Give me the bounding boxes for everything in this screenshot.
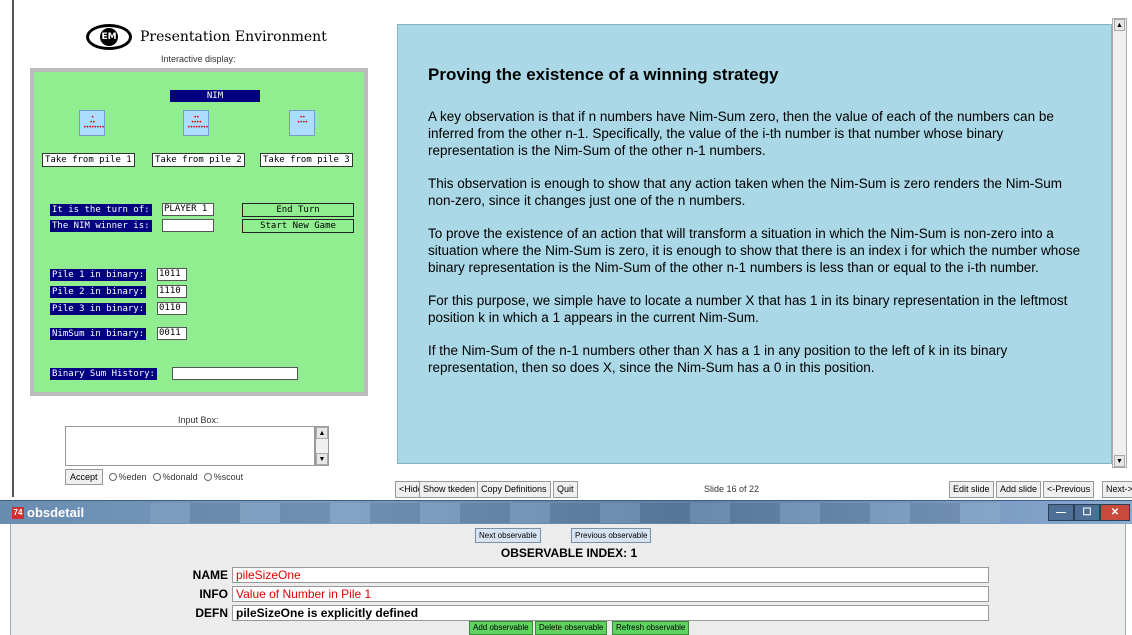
radio-scout-label: %scout [213, 472, 244, 482]
accept-row: Accept %eden %donald %scout [65, 469, 243, 485]
nim-board: NIM • •• •••••••• •• •••• •••••••• •• •••• Ta… [30, 68, 368, 396]
window-title: obsdetail [27, 505, 85, 520]
maximize-icon[interactable]: ☐ [1074, 504, 1100, 521]
show-tkeden-button[interactable]: Show tkeden [419, 481, 480, 498]
end-turn-button[interactable]: End Turn [242, 203, 354, 217]
binary-sum-history-field[interactable] [172, 367, 298, 380]
slide-paragraph: If the Nim-Sum of the n-1 numbers other … [428, 343, 1008, 375]
pile-2-binary-label: Pile 2 in binary: [50, 286, 147, 298]
pile-3-binary-label: Pile 3 in binary: [50, 303, 147, 315]
accept-button[interactable]: Accept [65, 469, 103, 485]
slide-title: Proving the existence of a winning strat… [428, 65, 779, 84]
radio-donald[interactable]: %donald [152, 472, 198, 482]
nimsum-binary-label: NimSum in binary: [50, 328, 147, 340]
take-from-pile-1-button[interactable]: Take from pile 1 [42, 153, 135, 167]
input-scrollbar[interactable]: ▲ ▼ [315, 426, 329, 466]
pile-3-display: •• •••• [289, 110, 315, 136]
observable-index: OBSERVABLE INDEX: 1 [500, 546, 638, 560]
radio-circle-icon[interactable] [108, 473, 117, 481]
name-label: NAME [192, 568, 228, 582]
pile-2-display: •• •••• •••••••• [183, 110, 209, 136]
app-icon: 74 [12, 507, 24, 519]
turn-field[interactable]: PLAYER 1 [162, 203, 214, 216]
close-icon[interactable]: ✕ [1100, 504, 1130, 521]
add-observable-button[interactable]: Add observable [469, 621, 533, 635]
previous-button[interactable]: <-Previous [1043, 481, 1095, 498]
scroll-down-icon[interactable]: ▼ [316, 453, 328, 465]
info-label: INFO [199, 587, 228, 601]
take-from-pile-2-button[interactable]: Take from pile 2 [152, 153, 245, 167]
obsdetail-body: Next observable Previous observable OBSE… [10, 524, 1126, 635]
delete-observable-button[interactable]: Delete observable [535, 621, 608, 635]
slide-text: A key observation is that if n numbers h… [428, 108, 1088, 392]
winner-label: The NIM winner is: [50, 220, 152, 232]
radio-eden[interactable]: %eden [108, 472, 147, 482]
radio-eden-label: %eden [118, 472, 147, 482]
slide-panel: Proving the existence of a winning strat… [397, 24, 1112, 464]
add-slide-button[interactable]: Add slide [996, 481, 1042, 498]
winner-field[interactable] [162, 219, 214, 232]
nimsum-binary-field[interactable]: 0011 [157, 327, 187, 340]
minimize-icon[interactable]: — [1048, 504, 1074, 521]
logo-text: EM [100, 28, 118, 46]
interactive-display-label: Interactive display: [161, 54, 236, 64]
binary-sum-history-label: Binary Sum History: [50, 368, 157, 380]
info-field[interactable]: Value of Number in Pile 1 [232, 586, 989, 602]
pile-3-binary-field[interactable]: 0110 [157, 302, 187, 315]
slide-paragraph: This observation is enough to show that … [428, 176, 1063, 208]
pile-1-dots: • •• •••••••• [83, 114, 105, 131]
edit-slide-button[interactable]: Edit slide [949, 481, 994, 498]
screen: EM Presentation Environment Interactive … [0, 0, 1132, 635]
window-edge [12, 0, 14, 497]
slide-toolbar: <Hide Show tkeden Copy Definitions Quit … [395, 481, 1132, 499]
env-header: EM Presentation Environment [86, 24, 327, 50]
slide-paragraph: For this purpose, we simple have to loca… [428, 293, 1068, 325]
slide-paragraph: To prove the existence of an action that… [428, 226, 1081, 275]
next-observable-button[interactable]: Next observable [475, 528, 541, 543]
pile-2-dots: •• •••• •••••••• [187, 114, 209, 131]
radio-circle-icon[interactable] [203, 473, 212, 481]
name-field[interactable]: pileSizeOne [232, 567, 989, 583]
previous-observable-button[interactable]: Previous observable [571, 528, 652, 543]
slide-paragraph: A key observation is that if n numbers h… [428, 109, 1054, 158]
radio-circle-icon[interactable] [152, 473, 161, 481]
input-box-label: Input Box: [178, 415, 219, 425]
scroll-up-icon[interactable]: ▲ [1114, 19, 1125, 31]
scroll-up-icon[interactable]: ▲ [316, 427, 328, 439]
pile-2-binary-field[interactable]: 1110 [157, 285, 187, 298]
copy-definitions-button[interactable]: Copy Definitions [477, 481, 551, 498]
titlebar-background [150, 503, 1000, 523]
env-title: Presentation Environment [140, 29, 327, 45]
take-from-pile-3-button[interactable]: Take from pile 3 [260, 153, 353, 167]
radio-scout[interactable]: %scout [203, 472, 244, 482]
pile-1-binary-label: Pile 1 in binary: [50, 269, 147, 281]
quit-button[interactable]: Quit [553, 481, 578, 498]
eye-logo-icon: EM [86, 24, 132, 50]
pile-1-binary-field[interactable]: 1011 [157, 268, 187, 281]
radio-donald-label: %donald [162, 472, 198, 482]
scroll-down-icon[interactable]: ▼ [1114, 455, 1125, 467]
pile-3-dots: •• •••• [296, 114, 308, 126]
next-button[interactable]: Next-> [1102, 481, 1132, 498]
slide-counter: Slide 16 of 22 [704, 484, 760, 494]
pile-1-display: • •• •••••••• [79, 110, 105, 136]
obsdetail-titlebar[interactable]: 74 obsdetail — ☐ ✕ [0, 500, 1132, 524]
slide-scrollbar[interactable]: ▲ ▼ [1112, 18, 1127, 468]
turn-label: It is the turn of: [50, 204, 152, 216]
input-box[interactable] [65, 426, 315, 466]
refresh-observable-button[interactable]: Refresh observable [612, 621, 690, 635]
nim-title: NIM [170, 90, 260, 102]
defn-field[interactable]: pileSizeOne is explicitly defined [232, 605, 989, 621]
defn-label: DEFN [195, 606, 228, 620]
start-new-game-button[interactable]: Start New Game [242, 219, 354, 233]
